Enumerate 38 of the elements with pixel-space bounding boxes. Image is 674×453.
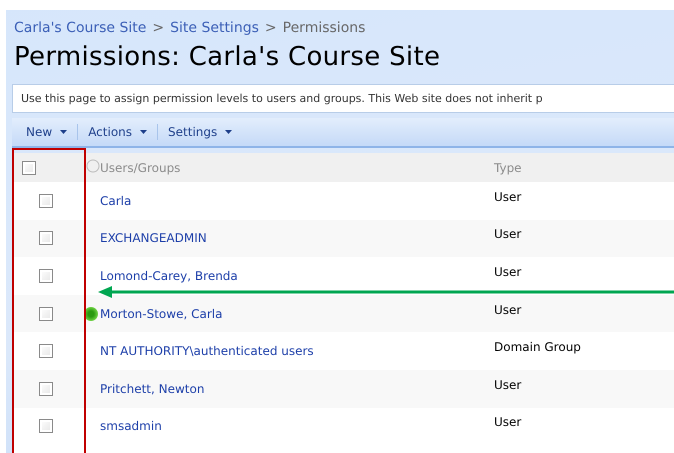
table-cell-text: Domain Group xyxy=(494,340,582,354)
user-link[interactable]: Morton-Stowe, Carla xyxy=(100,306,494,321)
column-header: Type xyxy=(494,160,523,174)
user-link[interactable]: Carla xyxy=(100,194,494,208)
row-checkbox[interactable] xyxy=(39,419,53,434)
user-link[interactable]: smsadmin xyxy=(100,419,494,434)
page-description: Use this page to assign permission levels to users and groups. This Web site does not inherit p xyxy=(12,84,674,113)
column-header: Users/Groups xyxy=(100,160,182,174)
table-cell-text: User xyxy=(494,302,522,317)
row-checkbox[interactable] xyxy=(39,268,53,283)
breadcrumb-current: Permissions xyxy=(282,20,366,36)
table-cell-text: User xyxy=(494,415,522,430)
caret-icon xyxy=(225,130,232,134)
caret-icon xyxy=(140,130,148,134)
row-checkbox[interactable] xyxy=(39,306,53,321)
user-link[interactable]: Pritchett, Newton xyxy=(100,382,494,396)
circle-icon xyxy=(86,158,100,172)
breadcrumb-link[interactable]: Carla's Course Site xyxy=(14,20,146,36)
row-checkbox[interactable] xyxy=(39,344,53,358)
user-link[interactable]: NT AUTHORITY\authenticated users xyxy=(100,344,494,358)
caret-icon xyxy=(60,130,68,134)
table-cell-text: User xyxy=(494,378,522,392)
row-checkbox[interactable] xyxy=(39,382,53,396)
table-cell-text: User xyxy=(494,264,522,279)
user-link[interactable]: Lomond-Carey, Brenda xyxy=(100,268,494,283)
breadcrumb-separator: > xyxy=(152,20,164,36)
row-checkbox[interactable] xyxy=(39,194,53,208)
page-title: Permissions: Carla's Course Site xyxy=(14,42,442,72)
toolbar-menu-button[interactable]: New xyxy=(20,125,74,139)
table-cell-text: User xyxy=(494,190,522,204)
breadcrumb-separator: > xyxy=(264,20,277,36)
user-link[interactable]: EXCHANGEADMIN xyxy=(100,231,494,246)
row-checkbox[interactable] xyxy=(39,231,53,246)
select-all-checkbox[interactable] xyxy=(22,160,36,174)
toolbar-menu-button[interactable]: Settings xyxy=(162,125,238,139)
toolbar-menu-button[interactable]: Actions xyxy=(82,125,154,139)
table-cell-text: User xyxy=(494,227,522,242)
breadcrumb-link[interactable]: Site Settings xyxy=(170,20,259,36)
